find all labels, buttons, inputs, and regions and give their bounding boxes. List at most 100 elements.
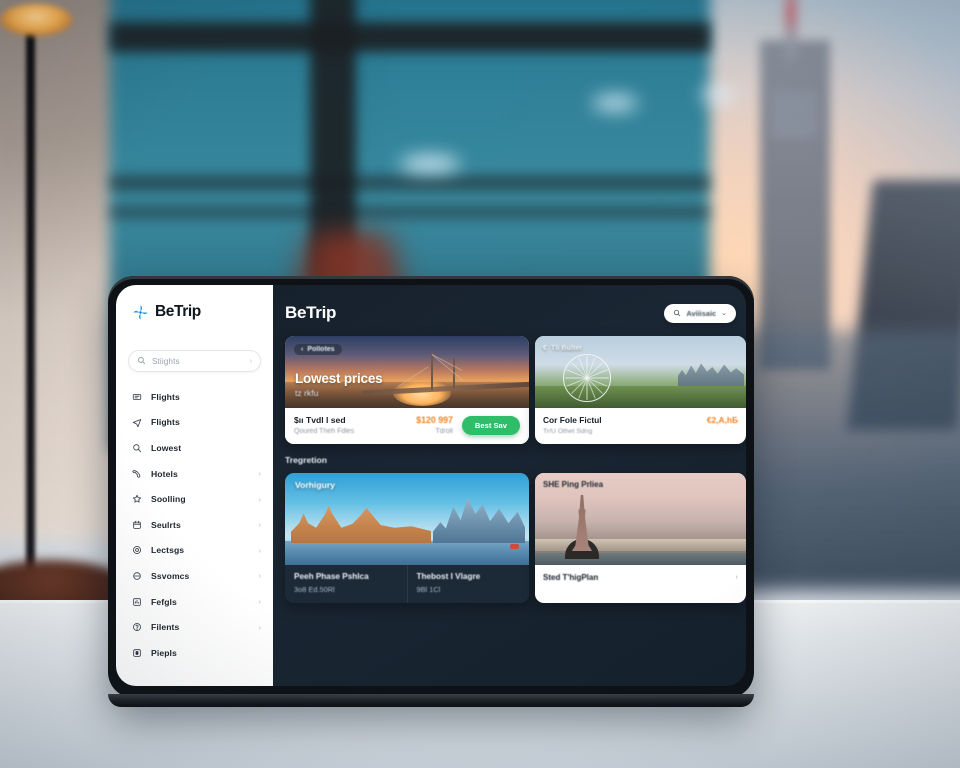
sidebar-item-10[interactable]: Piepls <box>116 640 273 666</box>
calendar-icon <box>132 520 142 530</box>
sidebar-item-7[interactable]: Ssvomcs › <box>116 563 273 589</box>
side-card-footer: Cor Fole Fictul Tr/U Othet Sdng €2,A,hБ <box>535 408 746 444</box>
city-card-column: Thebost I Vlagre 9Bl 1Cl <box>406 565 530 603</box>
euro-icon: € <box>543 343 547 352</box>
search-icon <box>137 352 146 370</box>
sidebar-search-input[interactable]: Stiights › <box>128 350 261 372</box>
hero-deal-card[interactable]: ‹ Pollotes Lowest prices tz rkfu $ıı Tvd… <box>285 336 529 444</box>
parliament-building <box>291 506 431 543</box>
sidebar-item-4[interactable]: Soolling › <box>116 486 273 512</box>
sidebar-item-label: Filents <box>151 622 180 633</box>
sidebar-item-label: Ssvomcs <box>151 570 190 581</box>
side-card-price: €2,A,hБ <box>706 415 738 425</box>
window-mullion-top <box>110 22 710 52</box>
floor-lamp-pole <box>26 28 35 628</box>
sidebar-item-label: Lectsgs <box>151 545 185 556</box>
featured-row: ‹ Pollotes Lowest prices tz rkfu $ıı Tvd… <box>285 336 746 444</box>
ticket-icon <box>132 392 142 402</box>
river-water <box>285 541 529 565</box>
sidebar-item-label: Hotels <box>151 468 178 479</box>
city-column-title: Thebost I Vlagre <box>416 572 481 581</box>
chevron-right-icon: › <box>258 494 262 504</box>
chevron-right-icon: › <box>735 574 738 581</box>
hero-heading: Lowest prices <box>295 371 383 386</box>
sidebar-search-placeholder: Stiights <box>152 356 180 366</box>
pinwheel-logo-icon <box>132 304 149 321</box>
brand-logo[interactable]: BeTrip <box>116 299 273 321</box>
city-column-sub: 9Bl 1Cl <box>416 585 441 594</box>
chevron-left-icon: ‹ <box>301 346 304 353</box>
screen: BeTrip Stiights › Flights Flights Lowest Ho… <box>116 285 746 686</box>
chevron-right-icon: › <box>258 469 262 479</box>
section-label: Tregretion <box>285 455 328 465</box>
city-card-label: Vorhigury <box>295 480 335 490</box>
chevron-right-icon: › <box>258 571 262 581</box>
sidebar-item-0[interactable]: Flights <box>116 384 273 410</box>
destinations-row: Vorhigury Peeh Phase Pshlca 3o8 Ed.50Rl Th… <box>285 473 746 603</box>
app-icon <box>132 648 142 658</box>
sidebar-item-label: Fefgls <box>151 596 177 607</box>
tower-crown <box>772 90 818 138</box>
sidebar-item-label: Piepls <box>151 647 177 658</box>
floor-lamp-shade <box>0 4 72 36</box>
ferris-wheel-graphic <box>563 354 611 402</box>
search-icon <box>673 304 681 322</box>
sidebar-item-5[interactable]: Seulrts › <box>116 512 273 538</box>
sidebar-item-label: Seulrts <box>151 519 181 530</box>
hero-card-image: ‹ Pollotes Lowest prices tz rkfu <box>285 336 529 408</box>
ferris-wheel-card[interactable]: € Tli Bulter Cor Fole Fictul Tr/U Othet … <box>535 336 746 444</box>
chevron-right-icon: › <box>258 597 262 607</box>
city-destination-card[interactable]: Vorhigury Peeh Phase Pshlca 3o8 Ed.50Rl Th… <box>285 473 529 603</box>
hero-footer-title: $ıı Tvdl l sed <box>294 415 346 425</box>
sidebar-item-1[interactable]: Flights <box>116 410 273 436</box>
chevron-right-icon: › <box>249 357 252 365</box>
book-now-button[interactable]: Best Sav <box>461 415 520 435</box>
hero-badge-label: Pollotes <box>307 346 335 353</box>
account-pill-label: Aviiisaic <box>686 308 717 318</box>
sidebar-item-3[interactable]: Hotels › <box>116 461 273 487</box>
window-mullion-mid2 <box>110 205 710 219</box>
tag-icon <box>132 571 142 581</box>
paris-card-label: SHE Ping Prliea <box>543 480 604 489</box>
help-icon <box>132 622 142 632</box>
city-column-sub: 3o8 Ed.50Rl <box>294 585 335 594</box>
city-skyline-silhouette <box>678 363 744 388</box>
chart-icon <box>132 597 142 607</box>
side-card-subtitle: Tr/U Othet Sdng <box>543 428 593 435</box>
plane-icon <box>132 417 142 428</box>
sidebar-item-2[interactable]: Lowest <box>116 435 273 461</box>
sidebar-item-label: Soolling <box>151 494 186 505</box>
sidebar-item-8[interactable]: Fefgls › <box>116 589 273 615</box>
paris-card-image: SHE Ping Prliea <box>535 473 746 565</box>
paris-destination-card[interactable]: SHE Ping Prliea Sted T'higPlan › <box>535 473 746 603</box>
phone-icon <box>132 469 142 479</box>
main-header: BeTrip Aviiisaic ⌄ <box>285 303 746 323</box>
account-search-pill[interactable]: Aviiisaic ⌄ <box>664 303 736 323</box>
photo-scene: BeTrip Stiights › Flights Flights Lowest Ho… <box>0 0 960 768</box>
circle-icon <box>132 545 142 555</box>
hero-price: $120 997 <box>416 415 453 425</box>
paris-card-footer: Sted T'higPlan › <box>535 565 746 591</box>
chevron-right-icon: › <box>258 545 262 555</box>
sidebar-item-9[interactable]: Filents › <box>116 614 273 640</box>
hero-card-footer: $ıı Tvdl l sed Qoured Theh Fdles $120 99… <box>285 408 529 444</box>
main-content: BeTrip Aviiisaic ⌄ <box>273 285 746 686</box>
sidebar: BeTrip Stiights › Flights Flights Lowest Ho… <box>116 285 273 686</box>
hero-card-badge: ‹ Pollotes <box>294 344 342 355</box>
page-title: BeTrip <box>285 303 337 322</box>
search-icon <box>132 443 142 453</box>
window-light-reflection <box>400 155 460 173</box>
sidebar-item-label: Flights <box>151 391 180 402</box>
side-card-badge: € Tli Bulter <box>543 343 582 352</box>
chevron-right-icon: › <box>258 520 262 530</box>
window-light-reflection <box>700 88 736 102</box>
laptop-device: BeTrip Stiights › Flights Flights Lowest Ho… <box>108 276 754 707</box>
brand-name: BeTrip <box>155 303 201 320</box>
star-icon <box>132 494 142 504</box>
modern-towers <box>433 497 525 543</box>
river-boat <box>510 544 519 549</box>
sidebar-item-label: Flights <box>151 417 180 428</box>
window-mullion-mid <box>110 175 710 191</box>
sidebar-item-6[interactable]: Lectsgs › <box>116 538 273 564</box>
city-column-title: Peeh Phase Pshlca <box>294 572 369 581</box>
